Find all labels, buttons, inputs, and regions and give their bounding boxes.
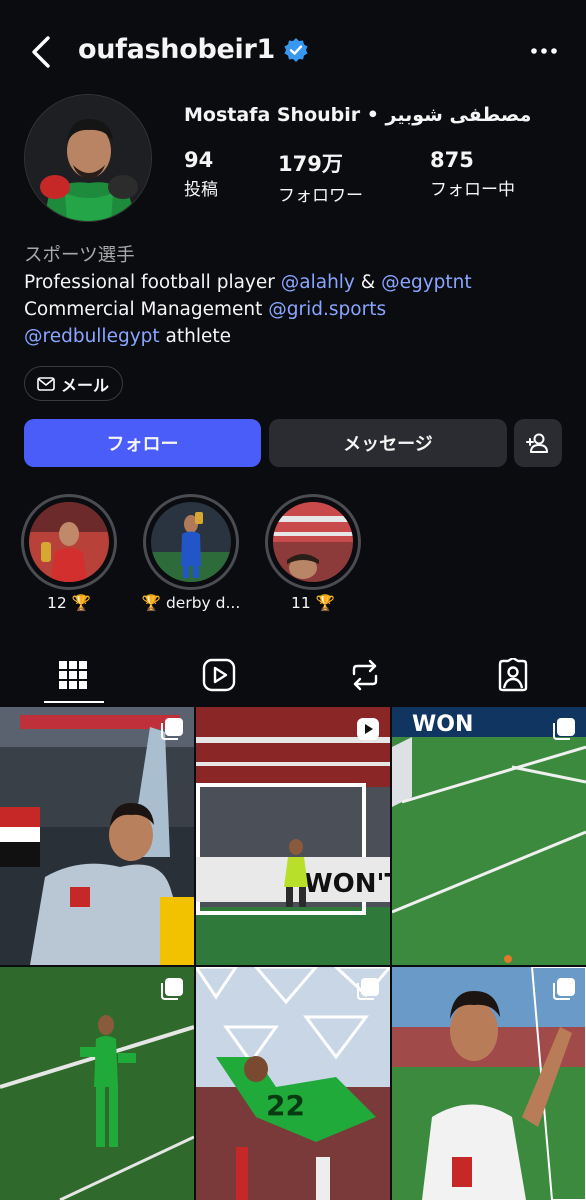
bio-line-2: Commercial Management @grid.sports bbox=[24, 296, 564, 323]
avatar-photo bbox=[25, 95, 151, 221]
post-overlay-text: WON bbox=[412, 712, 473, 737]
post-thumbnail[interactable]: WON bbox=[392, 707, 586, 965]
highlight-cover bbox=[273, 502, 353, 582]
following-count: 875 bbox=[430, 148, 474, 172]
tab-tagged[interactable] bbox=[440, 645, 586, 705]
suggested-users-button[interactable] bbox=[514, 419, 562, 467]
followers-count: 179万 bbox=[278, 152, 343, 176]
highlight-cover bbox=[29, 502, 109, 582]
tab-reels[interactable] bbox=[146, 645, 292, 705]
tab-posts-grid[interactable] bbox=[0, 645, 146, 705]
carousel-icon bbox=[553, 978, 575, 1000]
highlight-label: 🏆 derby d... bbox=[141, 594, 241, 612]
post-thumbnail[interactable] bbox=[0, 707, 194, 965]
highlight-item[interactable]: 11 🏆 bbox=[265, 494, 361, 612]
message-label: メッセージ bbox=[343, 434, 433, 455]
bio-text: Professional football player bbox=[24, 272, 281, 293]
tagged-icon bbox=[498, 658, 528, 692]
follow-button[interactable]: フォロー bbox=[24, 419, 261, 467]
svg-text:22: 22 bbox=[266, 1089, 305, 1122]
stat-followers[interactable]: 179万 フォロワー bbox=[278, 148, 363, 206]
mention-link-alahly[interactable]: @alahly bbox=[281, 272, 355, 293]
following-label: フォロー中 bbox=[430, 180, 515, 200]
post-overlay-text: WON'T EV bbox=[304, 869, 390, 899]
bio-text: Commercial Management bbox=[24, 299, 269, 320]
username-header: oufashobeir1 bbox=[78, 34, 309, 65]
post-thumbnail[interactable] bbox=[392, 967, 586, 1200]
profile-category: スポーツ選手 bbox=[24, 245, 135, 266]
highlight-ring bbox=[21, 494, 117, 590]
mention-link-redbullegypt[interactable]: @redbullegypt bbox=[24, 326, 160, 347]
mention-link-egyptnt[interactable]: @egyptnt bbox=[381, 272, 472, 293]
follow-label: フォロー bbox=[106, 434, 179, 455]
highlight-ring bbox=[265, 494, 361, 590]
reels-icon bbox=[202, 658, 236, 692]
bio-text: & bbox=[354, 272, 382, 293]
profile-bio: スポーツ選手 Professional football player @ala… bbox=[24, 242, 564, 350]
grid-icon bbox=[59, 661, 87, 689]
stat-posts[interactable]: 94 投稿 bbox=[184, 148, 218, 200]
highlight-cover bbox=[151, 502, 231, 582]
post-thumbnail[interactable]: 22 bbox=[196, 967, 390, 1200]
chevron-left-icon bbox=[32, 36, 50, 68]
carousel-icon bbox=[553, 718, 575, 740]
highlight-label: 11 🏆 bbox=[291, 594, 335, 612]
more-options-button[interactable] bbox=[526, 36, 562, 66]
message-button[interactable]: メッセージ bbox=[269, 419, 507, 467]
verified-badge-icon bbox=[284, 37, 308, 62]
person-add-icon bbox=[526, 433, 548, 453]
highlight-item[interactable]: 🏆 derby d... bbox=[142, 494, 240, 612]
post-image: WON bbox=[392, 707, 586, 965]
active-tab-indicator bbox=[44, 701, 104, 703]
bio-line-3: @redbullegypt athlete bbox=[24, 323, 564, 350]
profile-tabs bbox=[0, 645, 586, 705]
carousel-icon bbox=[357, 978, 379, 1000]
bio-line-1: Professional football player @alahly & @… bbox=[24, 269, 564, 296]
full-name: Mostafa Shoubir • مصطفى شوبير bbox=[184, 104, 532, 126]
post-image: WON'T EV bbox=[196, 707, 390, 965]
repost-icon bbox=[352, 659, 378, 691]
highlight-label: 12 🏆 bbox=[47, 594, 91, 612]
post-image bbox=[392, 967, 586, 1200]
post-image bbox=[0, 967, 194, 1200]
top-bar: oufashobeir1 bbox=[0, 0, 586, 100]
carousel-icon bbox=[161, 978, 183, 1000]
mail-icon bbox=[37, 376, 55, 391]
posts-count: 94 bbox=[184, 148, 214, 172]
ellipsis-icon bbox=[531, 48, 557, 54]
email-label: メール bbox=[61, 375, 110, 395]
highlight-ring bbox=[143, 494, 239, 590]
post-thumbnail[interactable] bbox=[0, 967, 194, 1200]
followers-label: フォロワー bbox=[278, 186, 363, 206]
post-thumbnail[interactable]: WON'T EV bbox=[196, 707, 390, 965]
username: oufashobeir1 bbox=[78, 34, 275, 65]
email-contact-button[interactable]: メール bbox=[24, 366, 124, 401]
back-button[interactable] bbox=[26, 30, 60, 74]
highlight-item[interactable]: 12 🏆 bbox=[21, 494, 117, 612]
bio-text: athlete bbox=[159, 326, 232, 347]
mention-link-grid-sports[interactable]: @grid.sports bbox=[268, 299, 386, 320]
stat-following[interactable]: 875 フォロー中 bbox=[430, 148, 515, 200]
post-image: 22 bbox=[196, 967, 390, 1200]
reel-icon bbox=[357, 718, 379, 740]
carousel-icon bbox=[161, 718, 183, 740]
tab-reposts[interactable] bbox=[292, 645, 438, 705]
posts-label: 投稿 bbox=[184, 180, 218, 200]
profile-avatar[interactable] bbox=[24, 94, 152, 222]
post-image bbox=[0, 707, 194, 965]
